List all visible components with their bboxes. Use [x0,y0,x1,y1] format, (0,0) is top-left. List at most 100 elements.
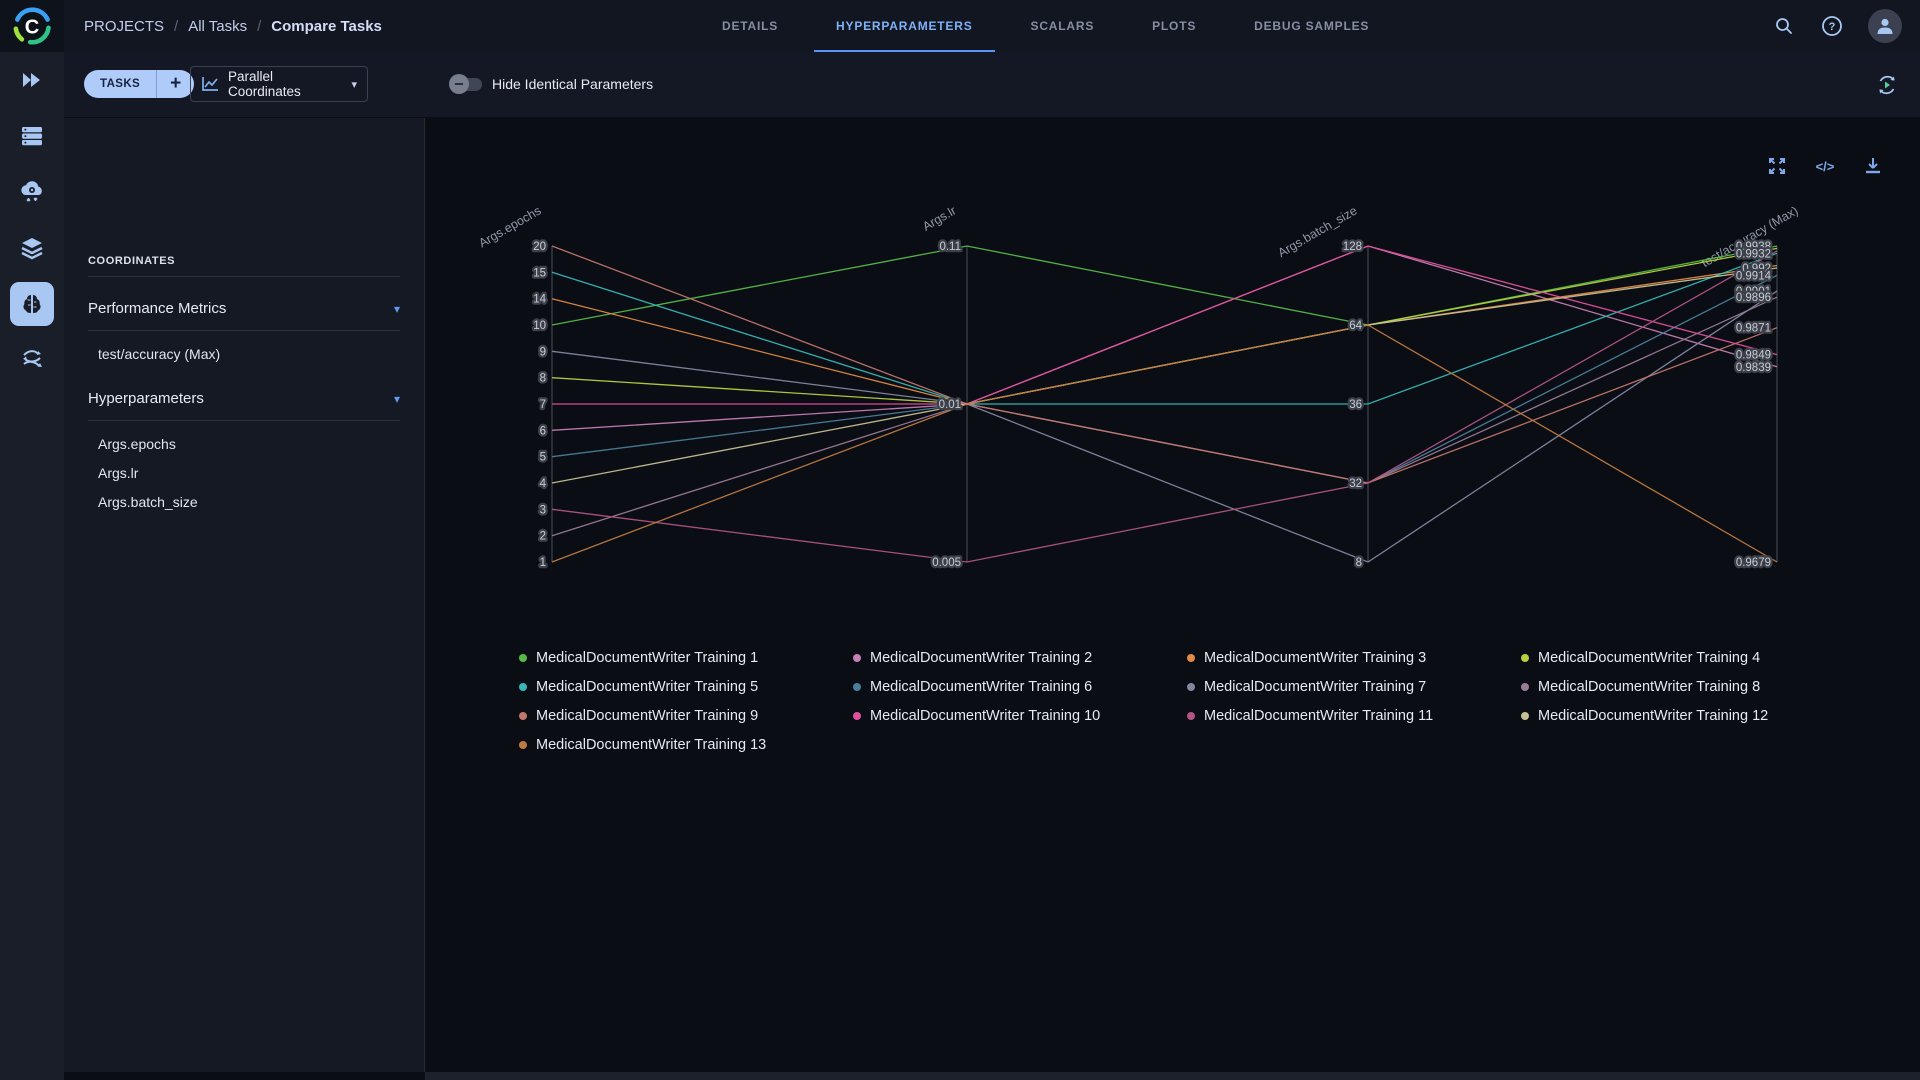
legend-label: MedicalDocumentWriter Training 4 [1538,650,1760,666]
tasks-pill: TASKS + [84,70,194,98]
breadcrumb: PROJECTS / All Tasks / Compare Tasks [84,0,382,52]
svg-text:0.9932: 0.9932 [1736,248,1771,260]
legend-label: MedicalDocumentWriter Training 10 [870,708,1100,724]
metric-test-accuracy-max[interactable]: test/accuracy (Max) [98,346,220,362]
breadcrumb-separator: / [174,18,178,35]
clearml-logo-icon: C [10,4,54,48]
svg-text:?: ? [1829,21,1836,33]
svg-text:36: 36 [1349,399,1362,411]
svg-text:6: 6 [540,425,546,437]
user-icon [1875,16,1895,36]
legend-item[interactable]: MedicalDocumentWriter Training 10 [853,706,1187,726]
legend-item[interactable]: MedicalDocumentWriter Training 9 [519,706,853,726]
legend-item[interactable]: MedicalDocumentWriter Training 11 [1187,706,1521,726]
svg-text:15: 15 [533,267,546,279]
legend-dot [853,683,861,691]
chart-line-icon [201,76,219,92]
legend-dot [1187,683,1195,691]
legend-dot [519,683,527,691]
svg-text:0.01: 0.01 [939,399,961,411]
chart-toolbar: </> [1766,155,1884,177]
tab-plots[interactable]: PLOTS [1130,0,1218,52]
legend-label: MedicalDocumentWriter Training 9 [536,708,758,724]
horizontal-scrollbar[interactable] [425,1072,1920,1080]
parallel-coordinates-plot[interactable]: Args.epochsArgs.lrArgs.batch_sizetest/ac… [425,118,1920,648]
rail-item-getting-started[interactable] [0,52,64,108]
maximize-icon[interactable] [1766,155,1788,177]
tab-debug-samples[interactable]: DEBUG SAMPLES [1232,0,1391,52]
breadcrumb-projects[interactable]: PROJECTS [84,18,164,35]
svg-text:3: 3 [540,504,546,516]
section-performance-metrics[interactable]: Performance Metrics ▾ [88,300,400,317]
legend-item[interactable]: MedicalDocumentWriter Training 7 [1187,677,1521,697]
legend-dot [519,712,527,720]
svg-text:C: C [25,16,40,38]
svg-text:4: 4 [540,478,547,490]
legend-item[interactable]: MedicalDocumentWriter Training 5 [519,677,853,697]
param-args-epochs[interactable]: Args.epochs [98,436,176,452]
tasks-button[interactable]: TASKS [84,78,156,90]
param-args-batch-size[interactable]: Args.batch_size [98,494,198,510]
clearml-logo[interactable]: C [0,0,64,52]
svg-text:20: 20 [533,241,546,253]
rail-item-pipelines[interactable] [0,332,64,388]
legend-item[interactable]: MedicalDocumentWriter Training 4 [1521,648,1855,668]
help-icon[interactable]: ? [1820,14,1844,38]
legend-label: MedicalDocumentWriter Training 13 [536,737,766,753]
divider [88,330,400,331]
toggle-knob [449,74,469,94]
legend-item[interactable]: MedicalDocumentWriter Training 12 [1521,706,1855,726]
legend-dot [1521,654,1529,662]
rail-item-models[interactable] [0,220,64,276]
tab-hyperparameters[interactable]: HYPERPARAMETERS [814,0,994,52]
legend-dot [1187,654,1195,662]
breadcrumb-all-tasks[interactable]: All Tasks [188,18,247,35]
tab-scalars[interactable]: SCALARS [1009,0,1117,52]
view-mode-value: Parallel Coordinates [228,69,342,99]
tab-details[interactable]: DETAILS [700,0,800,52]
server-icon [19,123,45,149]
rail-item-workers[interactable] [0,164,64,220]
hide-identical-toggle[interactable] [452,78,482,91]
embed-code-icon[interactable]: </> [1814,155,1836,177]
rail-item-datasets[interactable] [0,108,64,164]
legend-item[interactable]: MedicalDocumentWriter Training 1 [519,648,853,668]
section-label: Performance Metrics [88,300,226,317]
search-icon[interactable] [1772,14,1796,38]
svg-text:10: 10 [533,320,546,332]
legend-dot [519,741,527,749]
param-args-lr[interactable]: Args.lr [98,465,138,481]
svg-text:0.11: 0.11 [939,241,961,253]
svg-text:14: 14 [533,294,546,306]
legend-label: MedicalDocumentWriter Training 7 [1204,679,1426,695]
breadcrumb-separator: / [257,18,261,35]
double-play-icon [19,67,45,93]
svg-text:7: 7 [540,399,546,411]
main-tabs: DETAILS HYPERPARAMETERS SCALARS PLOTS DE… [700,0,1391,52]
view-mode-select[interactable]: Parallel Coordinates ▾ [190,66,368,102]
download-icon[interactable] [1862,155,1884,177]
svg-text:8: 8 [1356,557,1362,569]
legend-label: MedicalDocumentWriter Training 5 [536,679,758,695]
legend-dot [853,712,861,720]
legend-label: MedicalDocumentWriter Training 1 [536,650,758,666]
chevron-down-icon: ▾ [351,78,357,91]
legend-item[interactable]: MedicalDocumentWriter Training 6 [853,677,1187,697]
svg-text:32: 32 [1349,478,1362,490]
legend-item[interactable]: MedicalDocumentWriter Training 13 [519,735,853,755]
svg-text:0.9679: 0.9679 [1736,557,1771,569]
legend-item[interactable]: MedicalDocumentWriter Training 8 [1521,677,1855,697]
profile-avatar[interactable] [1868,9,1902,43]
legend-item[interactable]: MedicalDocumentWriter Training 3 [1187,648,1521,668]
legend-label: MedicalDocumentWriter Training 6 [870,679,1092,695]
legend-label: MedicalDocumentWriter Training 12 [1538,708,1768,724]
auto-refresh-icon[interactable] [1874,72,1900,98]
legend-dot [853,654,861,662]
layers-icon [19,235,45,261]
legend-item[interactable]: MedicalDocumentWriter Training 2 [853,648,1187,668]
section-hyperparameters[interactable]: Hyperparameters ▾ [88,390,400,407]
legend: MedicalDocumentWriter Training 1 Medical… [519,648,1855,755]
pipeline-icon [19,347,45,373]
rail-item-experiments-active[interactable] [0,276,64,332]
add-task-button[interactable]: + [157,73,194,95]
